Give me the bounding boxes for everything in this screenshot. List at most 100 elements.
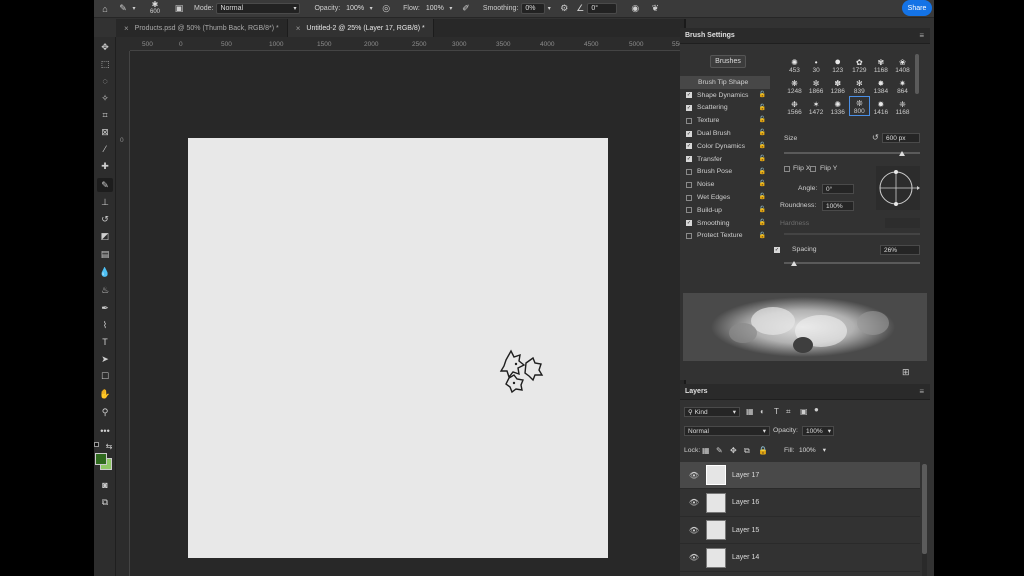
- spacing-slider-knob[interactable]: [791, 261, 797, 266]
- lock-icon[interactable]: 🔓: [759, 219, 766, 226]
- layer-name[interactable]: Layer 15: [732, 527, 759, 534]
- panel-menu-icon[interactable]: ≡: [919, 31, 924, 40]
- home-icon[interactable]: ⌂: [94, 4, 116, 14]
- brush-tip-preset[interactable]: ✶ 1472: [806, 96, 827, 116]
- adjustment-filter-icon[interactable]: ◐: [760, 407, 765, 416]
- flip-x-checkbox[interactable]: [784, 166, 790, 172]
- type-filter-icon[interactable]: T: [774, 407, 779, 416]
- type-tool-icon[interactable]: T: [97, 335, 113, 349]
- brush-tip-preset[interactable]: ❀ 1408: [892, 54, 913, 74]
- lock-icon[interactable]: 🔓: [759, 168, 766, 175]
- lock-position-icon[interactable]: ✥: [730, 446, 737, 455]
- layer-filter-select[interactable]: ⚲ Kind ▾: [684, 407, 740, 417]
- brush-angle-preview[interactable]: [876, 166, 920, 210]
- flow-field[interactable]: 100%: [423, 3, 447, 14]
- brush-tip-preset[interactable]: ✸ 1384: [870, 75, 891, 95]
- lock-icon[interactable]: 🔓: [759, 142, 766, 149]
- visibility-eye-icon[interactable]: 👁: [684, 471, 704, 480]
- gear-icon[interactable]: ⚙: [557, 3, 571, 14]
- brush-option-smoothing[interactable]: ✓ Smoothing 🔓: [680, 217, 770, 230]
- lock-pixels-icon[interactable]: ✎: [716, 446, 723, 455]
- brush-option-protect-texture[interactable]: Protect Texture 🔓: [680, 230, 770, 243]
- lock-icon[interactable]: 🔓: [759, 129, 766, 136]
- brush-tip-preset[interactable]: ✼ 1866: [806, 75, 827, 95]
- zoom-tool-icon[interactable]: ⚲: [97, 405, 113, 419]
- shape-tool-icon[interactable]: ☐: [97, 369, 113, 383]
- chevron-down-icon[interactable]: ▾: [545, 5, 553, 12]
- more-tools-icon[interactable]: •••: [97, 424, 113, 438]
- checkbox[interactable]: [686, 168, 692, 175]
- visibility-eye-icon[interactable]: 👁: [684, 498, 704, 507]
- checkbox[interactable]: ✓: [686, 104, 692, 111]
- checkbox[interactable]: [686, 117, 692, 124]
- brush-option-noise[interactable]: Noise 🔓: [680, 178, 770, 191]
- spacing-field[interactable]: 26%: [880, 245, 920, 255]
- blur-tool-icon[interactable]: 💧: [97, 265, 113, 279]
- quick-mask-icon[interactable]: ◙: [97, 478, 113, 492]
- size-slider-knob[interactable]: [899, 151, 905, 156]
- brush-option-scattering[interactable]: ✓ Scattering 🔓: [680, 102, 770, 115]
- checkbox[interactable]: ✓: [686, 220, 692, 227]
- roundness-field[interactable]: 100%: [822, 201, 854, 211]
- tab-untitled-2[interactable]: × Untitled-2 @ 25% (Layer 17, RGB/8) *: [287, 19, 434, 37]
- airbrush-icon[interactable]: ✐: [459, 3, 473, 14]
- tab-products[interactable]: × Products.psd @ 50% (Thumb Back, RGB/8*…: [116, 19, 288, 37]
- layer-row[interactable]: 👁 Layer 16: [680, 490, 920, 517]
- brush-option-build-up[interactable]: Build-up 🔓: [680, 204, 770, 217]
- share-button[interactable]: Share: [902, 0, 932, 16]
- brush-tip-preset[interactable]: ✽ 1286: [827, 75, 848, 95]
- document-canvas[interactable]: [188, 138, 608, 558]
- checkbox[interactable]: ✓: [686, 143, 692, 150]
- lock-artboard-icon[interactable]: ⧉: [744, 446, 750, 456]
- layer-opacity-field[interactable]: 100% ▾: [802, 426, 834, 436]
- lock-transparent-icon[interactable]: ▦: [702, 446, 710, 455]
- mode-select[interactable]: Normal ▾: [216, 3, 301, 14]
- brush-tip-preset[interactable]: ❈ 1168: [892, 96, 913, 116]
- gradient-tool-icon[interactable]: ▤: [97, 247, 113, 261]
- checkbox[interactable]: [686, 181, 692, 188]
- checkbox[interactable]: [686, 194, 692, 201]
- pen-tool-icon[interactable]: ✒: [97, 301, 113, 315]
- brush-tip-preset[interactable]: ❋ 1248: [784, 75, 805, 95]
- opacity-field[interactable]: 100%: [343, 3, 367, 14]
- brush-tip-preset[interactable]: ❉ 1566: [784, 96, 805, 116]
- smoothing-field[interactable]: 0%: [521, 3, 546, 14]
- spacing-slider[interactable]: [784, 262, 920, 264]
- screen-mode-icon[interactable]: ⧉: [97, 495, 113, 509]
- checkbox[interactable]: ✓: [686, 156, 692, 163]
- spacing-checkbox[interactable]: ✓: [774, 247, 780, 253]
- path-selection-tool-icon[interactable]: ➤: [97, 352, 113, 366]
- foreground-color-swatch[interactable]: [95, 453, 107, 465]
- layer-thumbnail[interactable]: [706, 547, 726, 568]
- hand-tool-icon[interactable]: ✋: [97, 387, 113, 401]
- brush-preset-picker[interactable]: ✱ 600: [142, 1, 168, 16]
- lasso-tool-icon[interactable]: ◌: [97, 74, 113, 88]
- shape-filter-icon[interactable]: ⌗: [786, 407, 791, 417]
- brush-option-brush-pose[interactable]: Brush Pose 🔓: [680, 166, 770, 179]
- checkbox[interactable]: [686, 232, 692, 239]
- lock-icon[interactable]: 🔓: [759, 116, 766, 123]
- swap-colors-icon[interactable]: ⇆: [104, 439, 114, 453]
- default-colors-icon[interactable]: [94, 442, 99, 447]
- brush-tip-preset[interactable]: ✹ 1416: [870, 96, 891, 116]
- lock-all-icon[interactable]: 🔒: [758, 446, 768, 455]
- visibility-eye-icon[interactable]: 👁: [684, 553, 704, 562]
- size-field[interactable]: 600 px: [882, 133, 920, 143]
- brush-angle-field[interactable]: 0°: [587, 3, 618, 14]
- brush-tip-preset[interactable]: ❊ 800: [848, 96, 870, 116]
- brush-tip-preset[interactable]: ✿ 1729: [849, 54, 870, 74]
- layer-thumbnail[interactable]: [706, 492, 726, 513]
- brush-option-shape-dynamics[interactable]: ✓ Shape Dynamics 🔓: [680, 89, 770, 102]
- brush-option-wet-edges[interactable]: Wet Edges 🔓: [680, 191, 770, 204]
- layer-thumbnail[interactable]: [706, 520, 726, 540]
- brush-tip-preset[interactable]: ✻ 839: [849, 75, 870, 95]
- lock-icon[interactable]: 🔓: [759, 193, 766, 200]
- pressure-size-icon[interactable]: ◉: [627, 3, 643, 14]
- lock-icon[interactable]: 🔓: [759, 180, 766, 187]
- layer-name[interactable]: Layer 14: [732, 554, 759, 561]
- fill-field[interactable]: 100% ▾: [796, 445, 828, 455]
- brushes-button[interactable]: Brushes: [710, 55, 746, 68]
- brush-tip-preset[interactable]: ✺ 453: [784, 54, 805, 74]
- brush-tip-preset[interactable]: ✷ 864: [892, 75, 913, 95]
- layers-scrollbar-track[interactable]: [922, 464, 927, 576]
